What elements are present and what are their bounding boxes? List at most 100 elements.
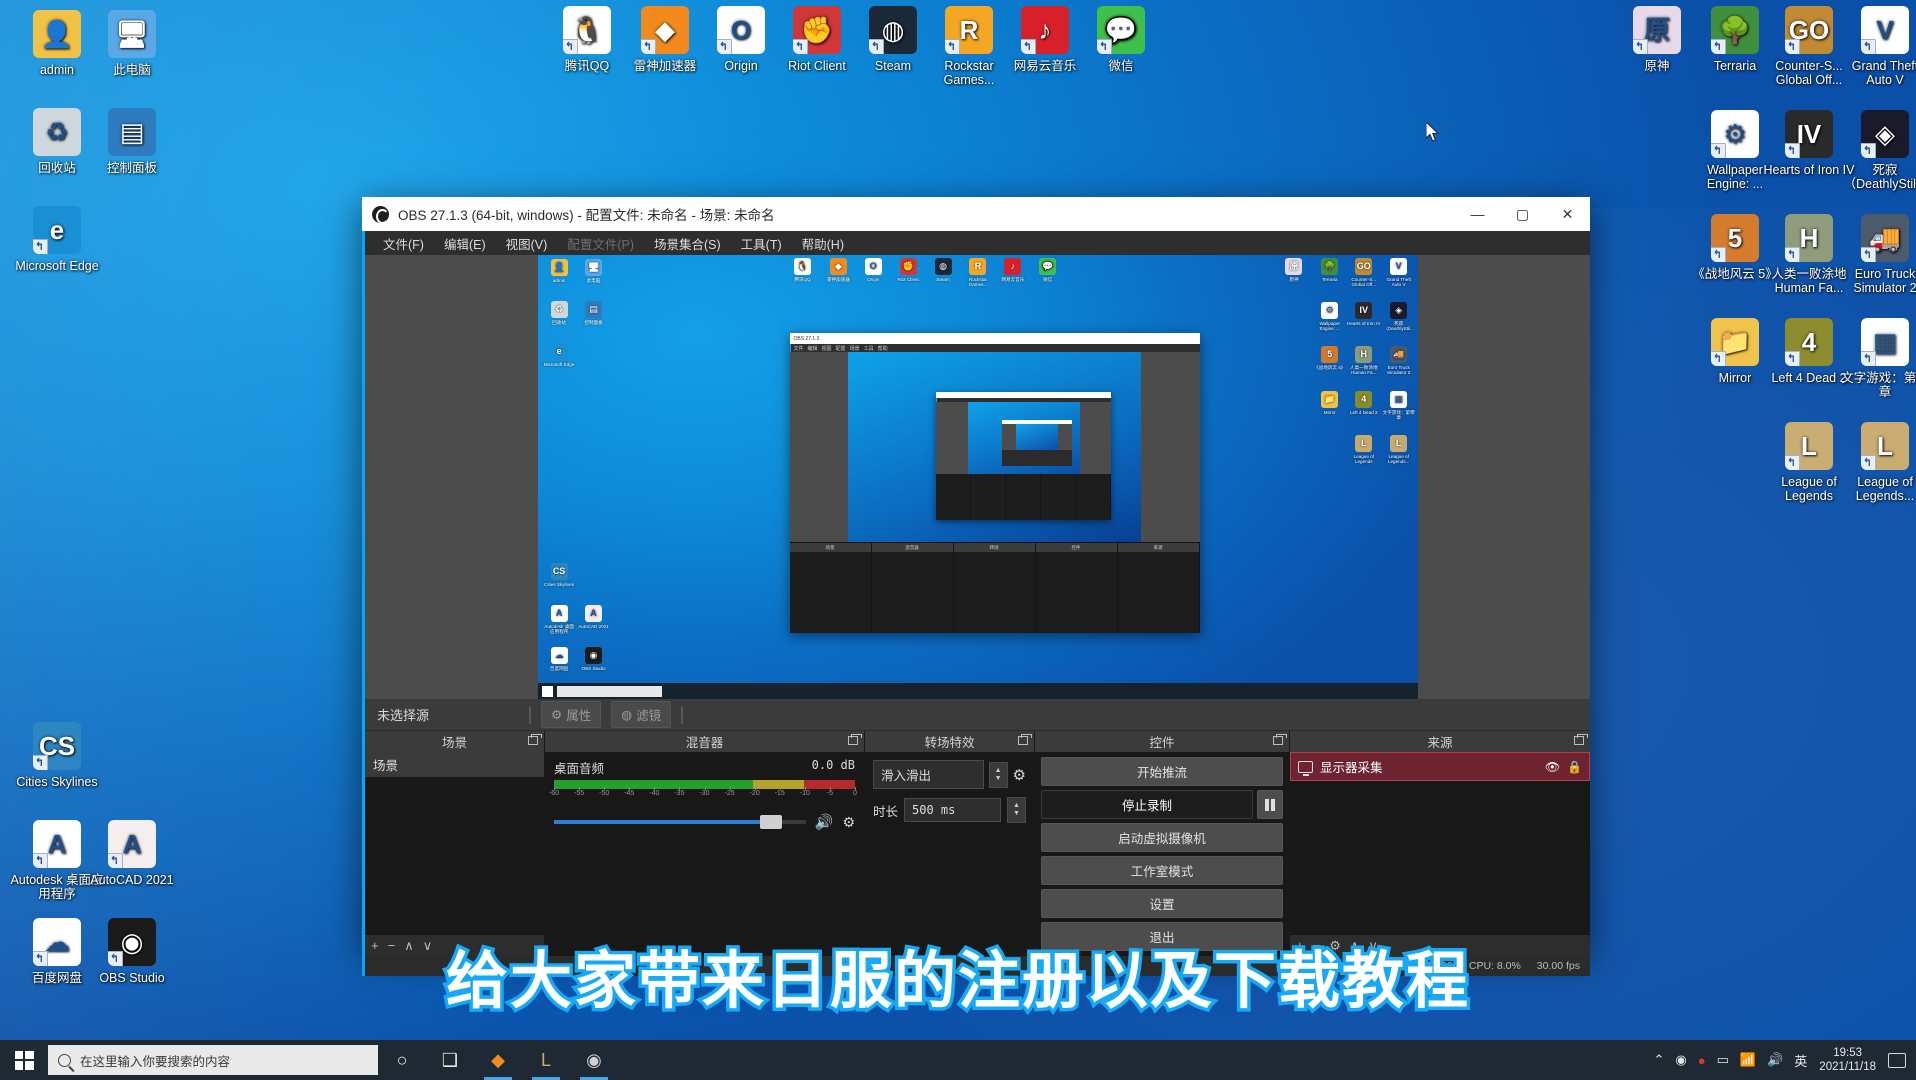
control-button-stop-recording[interactable]: 停止录制 — [1041, 790, 1253, 819]
pause-recording-icon[interactable] — [1257, 790, 1283, 819]
chevron-up-icon[interactable]: ⌃ — [1654, 1052, 1665, 1068]
mixer-header[interactable]: 混音器 — [545, 731, 864, 752]
taskbar-obs-taskbar-icon[interactable]: ◉ — [570, 1040, 618, 1080]
leishen-accel-icon: ◆ — [829, 257, 847, 275]
desktop-icon-euro-truck-sim[interactable]: 🚚 Euro Truck Simulator 2 — [1838, 214, 1916, 295]
controls-header[interactable]: 控件 — [1035, 731, 1289, 752]
mixer-body[interactable]: 桌面音频 0.0 dB -60 -55 -50 -45 -40 -35 -30 -25 -20-… — [545, 752, 864, 956]
scenes-header[interactable]: 场景 — [365, 731, 544, 752]
control-button-工作室模式[interactable]: 工作室模式 — [1041, 856, 1283, 885]
close-button[interactable]: ✕ — [1545, 197, 1590, 231]
preview-icon-cities-skylines: CS Cities Skylines — [542, 563, 576, 587]
preview-canvas[interactable]: 👤 admin 🖥 此电脑 ♻ 回收站 ▤ 控制面板 e Microsoft Edge CS Citi… — [537, 255, 1418, 699]
move-scene-down-button[interactable]: ∨ — [423, 938, 433, 954]
remove-source-button[interactable]: − — [1313, 938, 1321, 953]
meter-tick: -20 — [749, 787, 760, 797]
menu-item-视图v[interactable]: 视图(V) — [496, 231, 558, 256]
move-source-up-button[interactable]: ∧ — [1350, 938, 1360, 954]
transition-gear-icon[interactable]: ⚙ — [1013, 766, 1026, 784]
search-input[interactable]: 在这里输入你要搜索的内容 — [48, 1045, 378, 1075]
move-scene-up-button[interactable]: ∧ — [404, 938, 414, 954]
popout-icon[interactable] — [1574, 734, 1588, 745]
menu-item-帮助h[interactable]: 帮助(H) — [792, 231, 854, 256]
desktop-icon-text-game[interactable]: ▦ 文字游戏：第零章 — [1838, 318, 1916, 399]
mute-icon[interactable]: 🔊 — [815, 813, 834, 831]
remove-scene-button[interactable]: − — [388, 938, 396, 953]
system-tray[interactable]: ⌃ ◉ ● ▭ 📶 🔊 英 19:53 2021/11/18 — [1654, 1046, 1916, 1074]
obs-titlebar[interactable]: OBS 27.1.3 (64-bit, windows) - 配置文件: 未命名… — [362, 197, 1590, 231]
desktop-icon-league-of-legends[interactable]: L League of Legends — [1762, 422, 1856, 503]
scene-item[interactable]: 场景 — [365, 752, 544, 777]
desktop-icon-edge[interactable]: e Microsoft Edge — [10, 206, 104, 273]
control-button-退出[interactable]: 退出 — [1041, 922, 1283, 951]
desktop-icon-gtav[interactable]: V Grand Theft Auto V — [1838, 6, 1916, 87]
clock[interactable]: 19:53 2021/11/18 — [1819, 1046, 1876, 1074]
volume-slider[interactable] — [554, 815, 806, 829]
duration-row[interactable]: 时长 500 ms ▲ ▼ — [873, 797, 1026, 823]
desktop-icon-control-panel[interactable]: ▤ 控制面板 — [85, 108, 179, 175]
audio-settings-gear-icon[interactable]: ⚙ — [842, 814, 855, 831]
move-source-down-button[interactable]: ∨ — [1368, 938, 1378, 954]
taskbar-leishen-taskbar-icon[interactable]: ◆ — [474, 1040, 522, 1080]
properties-button[interactable]: ⚙ 属性 — [541, 701, 602, 728]
source-item-display-capture[interactable]: 显示器采集 👁 🔒 — [1290, 752, 1590, 781]
taskbar-league-taskbar-icon[interactable]: L — [522, 1040, 570, 1080]
popout-icon[interactable] — [1018, 734, 1032, 745]
taskbar[interactable]: 在这里输入你要搜索的内容 ○ ❑ ◆ L ◉ ⌃ ◉ ● ▭ 📶 🔊 英 19:53 2021/11… — [0, 1040, 1916, 1080]
sources-list[interactable]: 显示器采集 👁 🔒 — [1290, 752, 1590, 934]
obs-menubar[interactable]: 文件(F) 编辑(E) 视图(V) 配置文件(P) 场景集合(S) 工具(T) 帮助(H) — [362, 231, 1590, 255]
desktop-icon-left4dead2[interactable]: 4 Left 4 Dead 2 — [1762, 318, 1856, 385]
sources-header[interactable]: 来源 — [1290, 731, 1590, 752]
desktop-icon-obs-studio[interactable]: ◉ OBS Studio — [85, 918, 179, 985]
add-source-button[interactable]: + — [1296, 938, 1304, 953]
eye-icon[interactable]: 👁 — [1545, 760, 1560, 774]
taskbar-task-view-icon[interactable]: ❑ — [426, 1040, 474, 1080]
sources-toolbar[interactable]: + − ⚙ ∧ ∨ — [1290, 934, 1590, 956]
desktop-icon-human-fall-flat[interactable]: H 人类一败涂地 Human Fa... — [1762, 214, 1856, 295]
transition-stepper[interactable]: ▲ ▼ — [988, 761, 1008, 788]
menu-item-工具t[interactable]: 工具(T) — [731, 231, 792, 256]
source-properties-gear-icon[interactable]: ⚙ — [1329, 938, 1341, 954]
desktop-icon-mirror-folder[interactable]: 📁 Mirror — [1688, 318, 1782, 385]
control-button-启动虚拟摄像机[interactable]: 启动虚拟摄像机 — [1041, 823, 1283, 852]
notifications-icon[interactable] — [1888, 1052, 1906, 1068]
volume-icon[interactable]: 🔊 — [1767, 1052, 1783, 1068]
desktop-icon-deathly-stillness[interactable]: ◈ 死寂（DeathlyStil... — [1838, 110, 1916, 191]
desktop-icon-this-pc[interactable]: 🖥 此电脑 — [85, 10, 179, 77]
control-button-设置[interactable]: 设置 — [1041, 889, 1283, 918]
menu-item-编辑e[interactable]: 编辑(E) — [434, 231, 496, 256]
scenes-toolbar[interactable]: + − ∧ ∨ — [365, 934, 544, 956]
desktop-icon-autocad[interactable]: A AutoCAD 2021 — [85, 820, 179, 887]
popout-icon[interactable] — [528, 734, 542, 745]
lock-icon[interactable]: 🔒 — [1567, 760, 1582, 774]
preview-area[interactable]: 👤 admin 🖥 此电脑 ♻ 回收站 ▤ 控制面板 e Microsoft Edge CS Citi… — [365, 255, 1590, 699]
duration-stepper[interactable]: ▲ ▼ — [1007, 797, 1026, 823]
filters-button[interactable]: ◍ 滤镜 — [611, 701, 672, 728]
popout-icon[interactable] — [848, 734, 862, 745]
transitions-header[interactable]: 转场特效 — [865, 731, 1034, 752]
volume-row[interactable]: 🔊 ⚙ — [554, 813, 855, 831]
add-scene-button[interactable]: + — [371, 938, 379, 953]
menu-item-场景集合s[interactable]: 场景集合(S) — [644, 231, 731, 256]
control-button-开始推流[interactable]: 开始推流 — [1041, 757, 1283, 786]
scenes-list[interactable]: 场景 — [365, 752, 544, 934]
minimize-button[interactable]: — — [1455, 197, 1500, 231]
obs-window[interactable]: OBS 27.1.3 (64-bit, windows) - 配置文件: 未命名… — [362, 197, 1590, 976]
transition-combo-row[interactable]: 滑入滑出 ▲ ▼ ⚙ — [873, 760, 1026, 789]
battery-icon[interactable]: ▭ — [1717, 1052, 1729, 1068]
wifi-icon[interactable]: 📶 — [1740, 1052, 1756, 1068]
desktop-icon-league-of-legends-alt[interactable]: L League of Legends... — [1838, 422, 1916, 503]
desktop-icon-battlefield-5[interactable]: 5 《战地风云 5》 — [1688, 214, 1782, 281]
taskbar-cortana-icon[interactable]: ○ — [378, 1040, 426, 1080]
transition-select[interactable]: 滑入滑出 — [873, 760, 984, 789]
start-button[interactable] — [0, 1040, 48, 1080]
duration-input[interactable]: 500 ms — [904, 798, 1001, 822]
obs-tray-icon[interactable]: ◉ — [1675, 1052, 1686, 1068]
desktop-icon-wechat[interactable]: 💬 微信 — [1074, 6, 1168, 73]
recording-tray-icon[interactable]: ● — [1698, 1053, 1706, 1068]
popout-icon[interactable] — [1273, 734, 1287, 745]
menu-item-文件f[interactable]: 文件(F) — [373, 231, 434, 256]
desktop-icon-cities-skylines[interactable]: CS Cities Skylines — [10, 722, 104, 789]
ime-icon[interactable]: 英 — [1794, 1051, 1807, 1070]
maximize-button[interactable]: ▢ — [1500, 197, 1545, 231]
